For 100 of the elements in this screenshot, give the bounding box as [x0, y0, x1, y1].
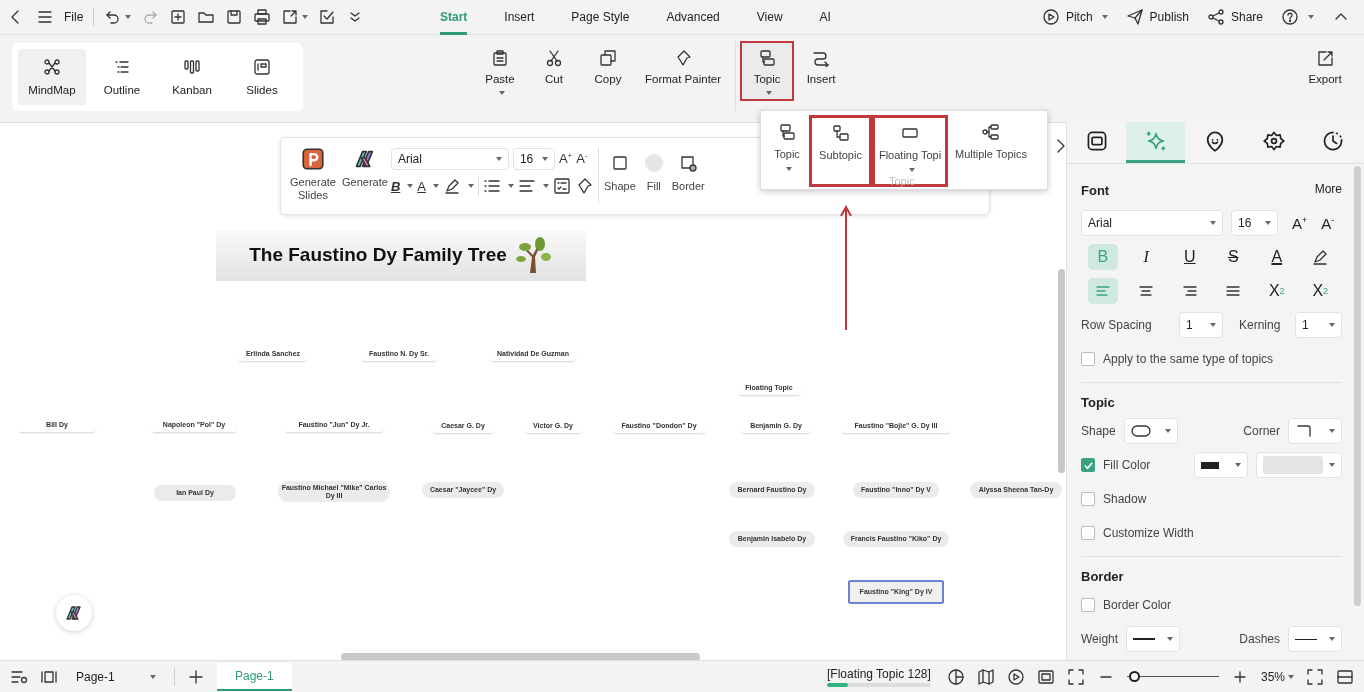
caret-icon [542, 184, 549, 188]
action-label[interactable]: Share [1230, 10, 1263, 24]
view-mode-button[interactable]: MindMap [18, 49, 86, 105]
help-icon[interactable] [1281, 8, 1299, 26]
fit-screen-icon[interactable] [1066, 667, 1085, 686]
weight-select[interactable] [1126, 626, 1181, 652]
checklist-icon[interactable] [552, 177, 571, 195]
menu-item[interactable]: Topic [765, 115, 809, 187]
fill-color-select[interactable] [1256, 452, 1342, 478]
italic-button[interactable]: I [1131, 244, 1162, 270]
numbered-list-icon[interactable] [482, 177, 501, 195]
ribbon-button[interactable]: Insert [794, 41, 849, 101]
map-icon[interactable] [976, 667, 995, 686]
row-spacing-select[interactable]: 1 [1179, 312, 1223, 338]
file-menu[interactable]: File [64, 10, 84, 24]
checkbox-icon[interactable] [318, 8, 337, 26]
menu-tab[interactable]: Advanced [666, 0, 720, 35]
menu-tab[interactable]: View [756, 0, 783, 35]
topic-icon [778, 123, 796, 141]
circle-icon [644, 154, 663, 172]
view-mode-button[interactable]: Outline [88, 49, 156, 105]
fit-icon[interactable] [1036, 667, 1055, 686]
caret-icon [495, 157, 502, 161]
font-color-button[interactable]: A [1261, 244, 1292, 270]
font-select[interactable]: Arial [390, 148, 509, 170]
caret-icon [1265, 221, 1271, 225]
size-select[interactable]: 16 [1231, 210, 1278, 236]
checkbox[interactable] [1081, 598, 1095, 612]
window-icon[interactable] [1336, 667, 1354, 686]
corner-select[interactable] [1288, 418, 1342, 444]
field-label: Shape [1081, 424, 1116, 438]
generate-button[interactable]: Generate [342, 148, 388, 189]
play-icon[interactable] [1041, 8, 1060, 26]
toolbar-button[interactable]: Border [671, 148, 705, 192]
line-color-select[interactable] [1194, 452, 1248, 478]
export-button[interactable]: Export [1298, 41, 1352, 101]
menu-tab[interactable]: AI [819, 0, 831, 35]
ribbon-button[interactable]: Copy [581, 41, 635, 101]
ribbon-button[interactable]: Cut [527, 41, 581, 101]
checkbox[interactable] [1081, 458, 1095, 472]
align-icon[interactable] [517, 177, 536, 195]
increase-font-button[interactable]: A$^{+}$ [558, 151, 573, 167]
save-icon[interactable] [225, 8, 244, 26]
page-select[interactable]: Page-1 [70, 665, 162, 688]
slides-icon [253, 58, 271, 76]
font-select[interactable]: Arial [1081, 210, 1223, 236]
decrease-font-button[interactable]: A$^{-}$ [576, 151, 588, 167]
font-color-button[interactable]: A [417, 178, 426, 194]
ai-assistant-button[interactable] [56, 595, 92, 631]
ribbon-button[interactable]: Paste [473, 41, 527, 101]
checkbox[interactable] [1081, 526, 1095, 540]
action-label[interactable]: Publish [1149, 10, 1189, 24]
vertical-scrollbar[interactable] [1058, 269, 1065, 473]
mindmap-icon [43, 58, 61, 76]
action-label[interactable]: Pitch [1065, 10, 1093, 24]
new-file-icon[interactable] [169, 8, 188, 26]
field-label: Dashes [1239, 632, 1280, 646]
toolbar-button[interactable]: Shape [603, 148, 636, 192]
menu-item[interactable]: Multiple Topics [948, 115, 1034, 187]
page-tab[interactable]: Page-1 [217, 662, 292, 691]
caret-icon [467, 184, 474, 188]
checkbox[interactable] [1081, 352, 1095, 366]
print-icon[interactable] [253, 8, 272, 26]
ribbon-button[interactable]: Format Painter [635, 41, 732, 101]
play-icon[interactable] [1006, 667, 1025, 686]
checkbox[interactable] [1081, 492, 1095, 506]
send-icon[interactable] [1125, 8, 1144, 26]
more-link[interactable]: More [1314, 182, 1342, 196]
caret-icon [302, 15, 309, 19]
increase-font-button[interactable]: A$^{+}$ [1292, 214, 1308, 232]
strikethrough-button[interactable]: S [1218, 244, 1249, 270]
horizontal-scrollbar[interactable] [341, 653, 700, 660]
menu-icon[interactable] [36, 8, 54, 26]
menu-item[interactable]: Subtopic [809, 115, 872, 187]
underline-button[interactable]: U [1174, 244, 1205, 270]
shape-select[interactable] [1123, 418, 1178, 444]
clipboard-icon [491, 49, 509, 67]
menu-tab[interactable]: Page Style [571, 0, 630, 35]
chevron-icon [1329, 637, 1335, 641]
export-icon[interactable] [281, 8, 300, 26]
dashes-select[interactable] [1288, 626, 1342, 652]
decrease-font-button[interactable]: A$^{-}$ [1321, 214, 1335, 232]
slider-thumb[interactable] [1129, 671, 1141, 682]
caret-icon [1308, 15, 1314, 19]
fullscreen-icon[interactable] [1306, 667, 1324, 686]
vertical-scrollbar[interactable] [1354, 166, 1361, 606]
share-icon[interactable] [1206, 8, 1225, 26]
theme-icon[interactable] [946, 667, 965, 686]
bold-button[interactable]: B [390, 178, 401, 194]
zoom-value[interactable]: 35% [1260, 669, 1285, 684]
view-mode-button[interactable]: Slides [228, 49, 296, 105]
kerning-select[interactable]: 1 [1295, 312, 1342, 338]
menu-tab[interactable]: Insert [504, 0, 535, 35]
size-select[interactable]: 16 [512, 148, 555, 170]
ribbon-button[interactable]: Topic [740, 41, 795, 101]
generate-slides-button[interactable]: Generate Slides [287, 148, 339, 202]
view-mode-button[interactable]: Kanban [158, 49, 226, 105]
caret-icon [908, 168, 915, 172]
toolbar-button[interactable]: Fill [638, 148, 669, 192]
caret-icon [765, 91, 772, 95]
